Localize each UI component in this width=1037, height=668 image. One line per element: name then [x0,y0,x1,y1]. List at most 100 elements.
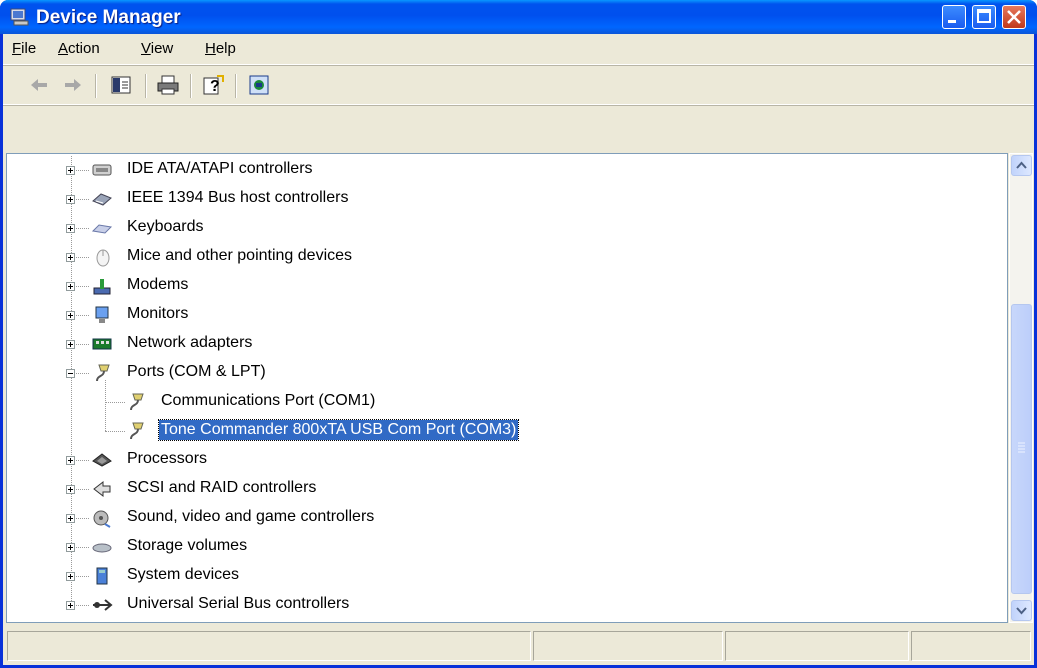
print-icon[interactable] [156,74,180,96]
chevron-down-icon [1016,607,1027,615]
scroll-down-button[interactable] [1011,600,1032,621]
tree-item[interactable]: Communications Port (COM1) [7,388,1007,416]
maximize-button[interactable] [972,5,996,29]
expand-toggle[interactable] [66,572,75,581]
tree-item-label[interactable]: Universal Serial Bus controllers [125,594,351,614]
tree-item[interactable]: System devices [7,562,1007,590]
scroll-thumb[interactable] [1011,304,1032,594]
modem-icon [93,279,111,295]
tree-item-label[interactable]: Modems [125,275,190,295]
tree-item-label[interactable]: Sound, video and game controllers [125,507,376,527]
expand-toggle[interactable] [66,224,75,233]
sound-icon [93,510,111,528]
tree-item[interactable]: Sound, video and game controllers [7,504,1007,532]
keyboard-icon [91,224,113,234]
tree-item-label[interactable]: Mice and other pointing devices [125,246,354,266]
properties-icon[interactable] [247,74,271,96]
tree-item[interactable]: Tone Commander 800xTA USB Com Port (COM3… [7,417,1007,445]
tree-item-label[interactable]: Communications Port (COM1) [159,391,377,411]
chevron-up-icon [1016,161,1027,169]
back-icon[interactable] [27,74,51,96]
expand-toggle[interactable] [66,282,75,291]
expand-toggle[interactable] [66,253,75,262]
maximize-icon [977,9,991,23]
toolbar-separator [235,74,237,98]
close-button[interactable] [1002,5,1026,29]
ieee1394-icon [92,193,112,206]
toolbar-separator [190,74,192,98]
tree-item[interactable]: Ports (COM & LPT) [7,359,1007,387]
tree-item[interactable]: IDE ATA/ATAPI controllers [7,156,1007,184]
menu-action[interactable]: Action [58,40,100,57]
toolbar-separator [145,74,147,98]
scsi-icon [93,480,111,498]
tree-item[interactable]: Storage volumes [7,533,1007,561]
tree-item-label[interactable]: Ports (COM & LPT) [125,362,268,382]
expand-toggle[interactable] [66,543,75,552]
minimize-button[interactable] [942,5,966,29]
tree-item-label[interactable]: Storage volumes [125,536,249,556]
tree-item[interactable]: Monitors [7,301,1007,329]
menu-bar: File Action View Help [3,34,1034,65]
scroll-up-button[interactable] [1011,155,1032,176]
network-adapter-icon [92,338,112,350]
tree-item[interactable]: IEEE 1394 Bus host controllers [7,185,1007,213]
status-bar [3,627,1034,665]
tree-item-label[interactable]: Network adapters [125,333,254,353]
svg-text:?: ? [210,78,220,95]
tree-item-label[interactable]: Tone Commander 800xTA USB Com Port (COM3… [157,419,520,441]
expand-toggle[interactable] [66,514,75,523]
processor-icon [92,453,112,467]
help-icon[interactable]: ? [201,74,225,96]
close-icon [1007,10,1021,24]
expand-toggle[interactable] [66,485,75,494]
monitor-icon [95,306,109,323]
tree-item[interactable]: SCSI and RAID controllers [7,475,1007,503]
system-device-icon [96,567,108,585]
tree-item-label[interactable]: Processors [125,449,209,469]
expand-toggle[interactable] [66,456,75,465]
computer-icon [10,8,29,26]
tree-item-label[interactable]: IDE ATA/ATAPI controllers [125,159,315,179]
tree-line [105,402,125,403]
collapse-toggle[interactable] [66,369,75,378]
port-icon [96,364,110,382]
expand-toggle[interactable] [66,340,75,349]
status-pane-4 [911,631,1031,661]
status-pane-2 [533,631,723,661]
vertical-scrollbar[interactable] [1009,153,1033,623]
status-pane-3 [725,631,909,661]
tree-item[interactable]: Universal Serial Bus controllers [7,591,1007,619]
port-icon [130,393,144,411]
expand-toggle[interactable] [66,166,75,175]
tree-line [105,380,106,431]
title-bar[interactable]: Device Manager [0,0,1037,34]
tree-item-label[interactable]: IEEE 1394 Bus host controllers [125,188,350,208]
tree-item[interactable]: Keyboards [7,214,1007,242]
tree-item-label[interactable]: Monitors [125,304,190,324]
window-title: Device Manager [36,7,181,28]
tree-line [105,431,125,432]
menu-help[interactable]: Help [205,40,236,57]
status-pane-1 [7,631,531,661]
forward-icon[interactable] [61,74,85,96]
expand-toggle[interactable] [66,195,75,204]
expand-toggle[interactable] [66,601,75,610]
menu-view[interactable]: View [141,40,173,57]
storage-icon [92,543,112,553]
minimize-icon [948,20,956,23]
menu-file[interactable]: File [12,40,36,57]
mouse-icon [96,249,110,267]
tree-item-label[interactable]: System devices [125,565,241,585]
tree-item[interactable]: Network adapters [7,330,1007,358]
tree-item-label[interactable]: Keyboards [125,217,206,237]
expand-toggle[interactable] [66,311,75,320]
device-tree[interactable]: IDE ATA/ATAPI controllers IEEE 1394 Bus h… [6,153,1008,623]
grip-icon [1018,442,1025,453]
toolbar-separator [95,74,97,98]
tree-item[interactable]: Modems [7,272,1007,300]
tree-item[interactable]: Mice and other pointing devices [7,243,1007,271]
tree-item[interactable]: Processors [7,446,1007,474]
tree-item-label[interactable]: SCSI and RAID controllers [125,478,318,498]
show-hide-tree-icon[interactable] [109,74,133,96]
